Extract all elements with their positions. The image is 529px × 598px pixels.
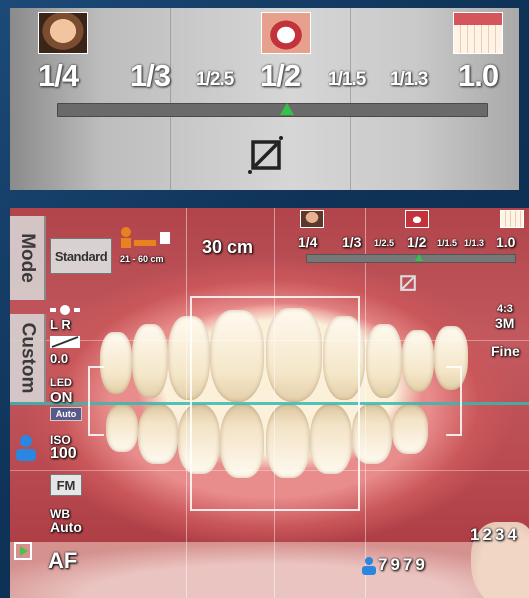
- camera-live-view[interactable]: Mode Custom Standard 21 - 60 cm 30 cm 1/…: [10, 208, 529, 598]
- mini-ratio-1-3: 1/3: [342, 234, 362, 250]
- ratio-label-1-0[interactable]: 1.0: [458, 60, 499, 91]
- autofocus-label[interactable]: AF: [48, 550, 77, 572]
- led-label: LED: [50, 377, 72, 389]
- zoom-slider-track[interactable]: [57, 103, 488, 117]
- custom-tab-label: Custom: [17, 322, 39, 394]
- mode-tab[interactable]: Mode: [10, 216, 46, 300]
- patient-id-icon: [362, 557, 376, 575]
- mini-ratio-1-1-3: 1/1.3: [464, 238, 485, 248]
- ratio-label-1-1-3[interactable]: 1/1.3: [390, 70, 428, 89]
- shot-counter: 1234: [470, 525, 520, 544]
- led-auto-badge[interactable]: Auto: [50, 407, 82, 421]
- face-preview-thumbnail[interactable]: [38, 12, 88, 54]
- zoom-position-marker[interactable]: [280, 103, 294, 115]
- playback-icon[interactable]: [14, 542, 32, 560]
- mini-ratio-1-0: 1.0: [496, 234, 516, 250]
- grid-line: [350, 8, 351, 190]
- tooth: [138, 404, 178, 464]
- mini-zoom-marker: [415, 254, 423, 261]
- zoom-ratio-panel: 1/4 1/3 1/2.5 1/2 1/1.5 1/1.3 1.0: [10, 8, 519, 190]
- focus-frame: [190, 296, 360, 511]
- left-frame-bracket: [88, 366, 104, 436]
- mini-ratio-1-1-5: 1/1.5: [437, 238, 458, 248]
- white-balance-value[interactable]: Auto: [50, 520, 82, 534]
- mini-ratio-1-2-5: 1/2.5: [374, 238, 395, 248]
- distance-range-label: 21 - 60 cm: [120, 254, 164, 264]
- tooth: [392, 404, 428, 454]
- tooth: [366, 324, 402, 398]
- grid-line: [170, 8, 171, 190]
- subject-person-icon[interactable]: [14, 434, 38, 462]
- right-frame-bracket: [446, 366, 462, 436]
- tooth: [106, 404, 138, 452]
- ratio-label-1-2-5[interactable]: 1/2.5: [196, 70, 234, 89]
- teeth-preview-mini-icon: [500, 210, 524, 228]
- tooth: [100, 332, 132, 394]
- teeth-closeup-thumbnail[interactable]: [453, 12, 503, 54]
- aspect-ratio-label[interactable]: 4:3: [497, 304, 513, 315]
- lower-lip: [10, 542, 529, 598]
- distance-value[interactable]: 30 cm: [202, 238, 253, 256]
- patient-id-number[interactable]: 7979: [378, 556, 428, 573]
- crop-frame-mini-icon: [400, 275, 416, 291]
- mouth-preview-thumbnail[interactable]: [261, 12, 311, 54]
- custom-tab[interactable]: Custom: [10, 314, 46, 402]
- ratio-label-1-4[interactable]: 1/4: [38, 60, 79, 91]
- tooth: [132, 324, 168, 398]
- exposure-value[interactable]: 0.0: [50, 352, 68, 365]
- mini-ratio-1-2: 1/2: [407, 234, 427, 250]
- mode-value-button[interactable]: Standard: [50, 238, 112, 274]
- flash-lights-icon: [50, 305, 80, 315]
- image-quality-label[interactable]: Fine: [491, 344, 520, 358]
- mode-tab-label: Mode: [17, 233, 39, 283]
- led-state[interactable]: ON: [50, 390, 73, 405]
- iso-value[interactable]: 100: [50, 446, 77, 462]
- mini-zoom-track: [306, 254, 516, 263]
- ratio-label-1-1-5[interactable]: 1/1.5: [328, 70, 366, 89]
- exposure-compensation-icon: [50, 336, 80, 348]
- focus-mode-fm-button[interactable]: FM: [50, 474, 82, 496]
- distance-person-icon: [121, 227, 170, 248]
- ratio-label-1-3[interactable]: 1/3: [130, 60, 171, 91]
- flash-lr-label[interactable]: L R: [50, 318, 71, 331]
- crop-frame-icon[interactable]: [243, 130, 289, 176]
- face-preview-mini-icon: [300, 210, 324, 228]
- mini-ratio-1-4: 1/4: [298, 234, 318, 250]
- ratio-label-1-2[interactable]: 1/2: [260, 60, 301, 91]
- image-size-label[interactable]: 3M: [495, 316, 514, 330]
- mouth-preview-mini-icon: [405, 210, 429, 228]
